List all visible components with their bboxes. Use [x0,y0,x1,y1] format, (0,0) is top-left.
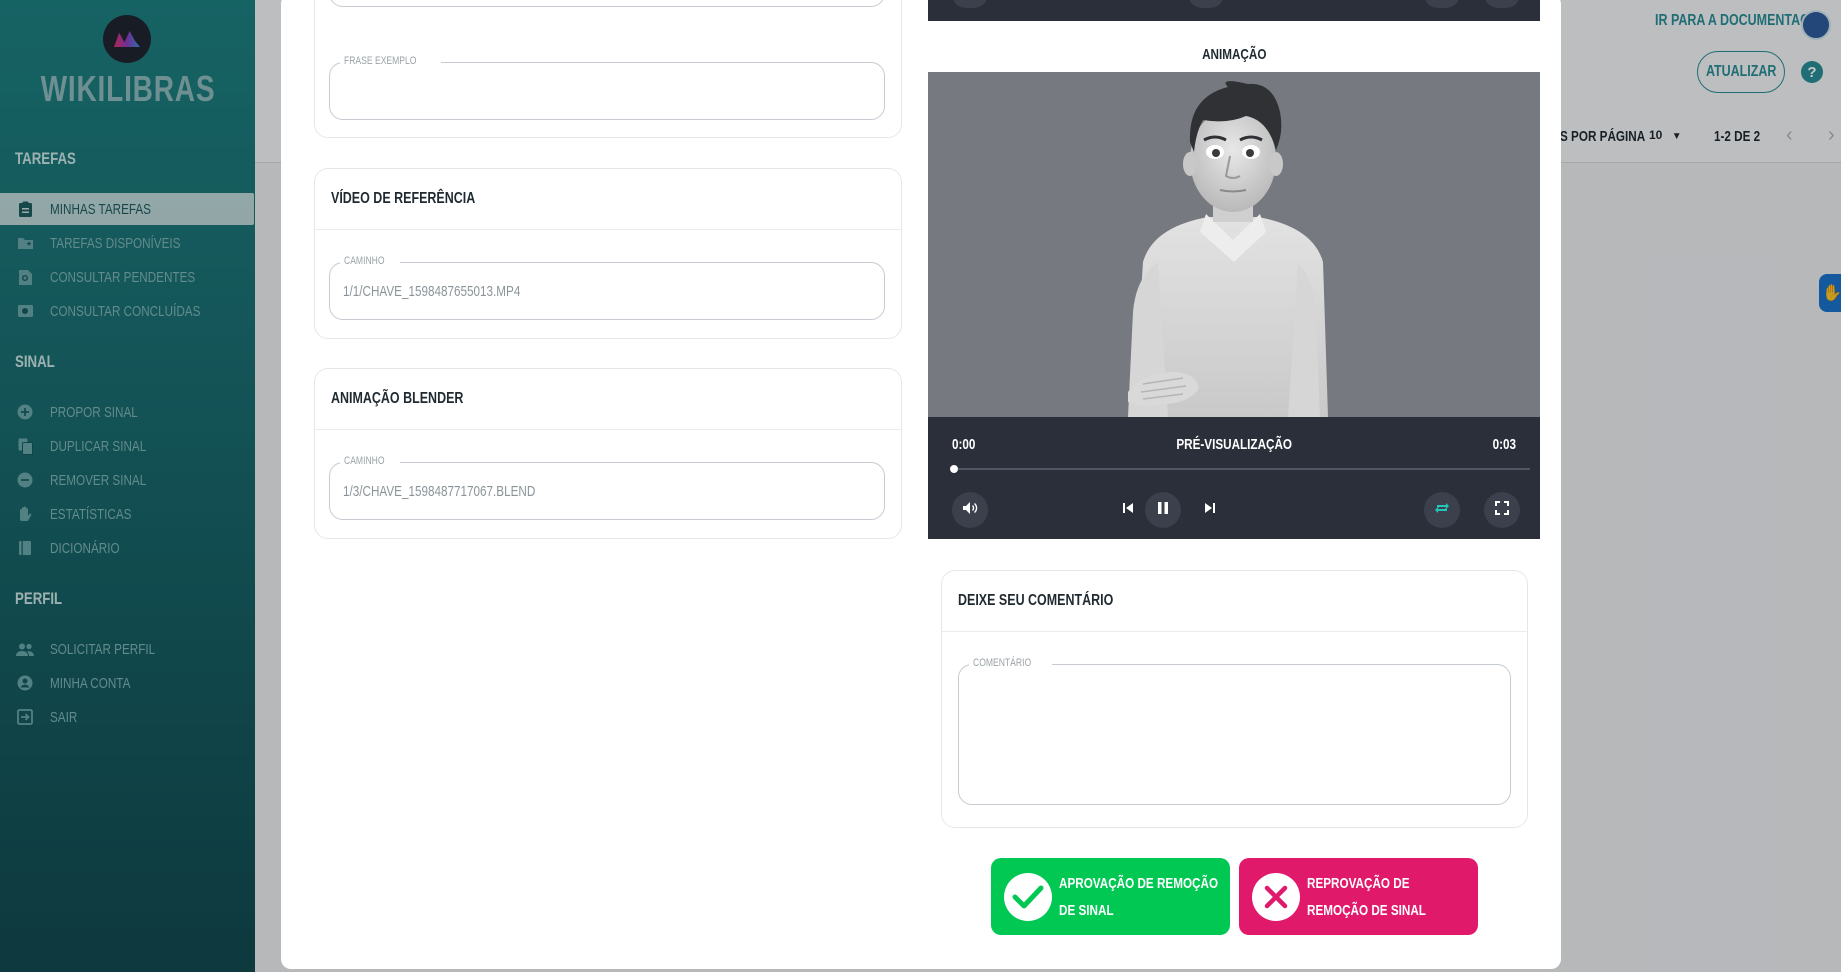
blender-animation-path-field[interactable]: CAMINHO 1/3/CHAVE_1598487717067.BLEND [329,455,885,520]
close-icon [1252,872,1300,921]
blender-animation-card: ANIMAÇÃO BLENDER CAMINHO 1/3/CHAVE_15984… [314,368,902,539]
pause-button[interactable] [1145,492,1181,528]
skip-previous-icon [1122,501,1134,519]
reject-removal-label: REPROVAÇÃO DE REMOÇÃO DE SINAL [1307,874,1426,919]
previous-player-bottom [928,0,1540,21]
fullscreen-icon [1495,500,1509,520]
loop-button[interactable] [1424,492,1460,528]
reference-video-title: VÍDEO DE REFERÊNCIA [331,190,476,207]
pause-icon [1157,501,1169,520]
total-time: 0:03 [1492,436,1516,453]
volume-button[interactable] [952,492,988,528]
comment-title: DEIXE SEU COMENTÁRIO [958,592,1114,609]
progress-knob[interactable] [950,465,958,473]
sign-info-card: FRASE EXEMPLO [314,0,902,138]
repeat-icon [1434,501,1450,520]
previous-field[interactable] [329,0,885,7]
next-button[interactable] [1192,492,1228,528]
fullscreen-button[interactable] [1484,492,1520,528]
avatar-animation-view[interactable] [928,72,1540,417]
comment-textarea[interactable]: COMENTÁRIO [958,657,1511,805]
player-title: PRÉ-VISUALIZAÇÃO [1176,436,1292,453]
avatar-figure [1128,81,1328,417]
approve-removal-button[interactable]: APROVAÇÃO DE REMOÇÃO DE SINAL [991,858,1230,935]
approve-removal-label: APROVAÇÃO DE REMOÇÃO DE SINAL [1059,874,1219,919]
animation-section-title: ANIMAÇÃO [1201,46,1267,63]
reject-removal-button[interactable]: REPROVAÇÃO DE REMOÇÃO DE SINAL [1239,858,1478,935]
previous-button[interactable] [1110,492,1146,528]
task-modal: FRASE EXEMPLO VÍDEO DE REFERÊNCIA CAMINH… [281,0,1561,969]
reference-video-card: VÍDEO DE REFERÊNCIA CAMINHO 1/1/CHAVE_15… [314,168,902,339]
reference-video-path-field[interactable]: CAMINHO 1/1/CHAVE_1598487655013.MP4 [329,255,885,320]
example-phrase-field[interactable]: FRASE EXEMPLO [329,55,885,120]
volume-icon [962,501,978,520]
progress-bar[interactable] [950,465,1530,473]
animation-player: 0:00 PRÉ-VISUALIZAÇÃO 0:03 [928,72,1540,539]
blender-animation-title: ANIMAÇÃO BLENDER [331,390,464,407]
check-icon [1004,872,1052,921]
comment-card: DEIXE SEU COMENTÁRIO COMENTÁRIO [941,570,1528,828]
skip-next-icon [1204,501,1216,519]
